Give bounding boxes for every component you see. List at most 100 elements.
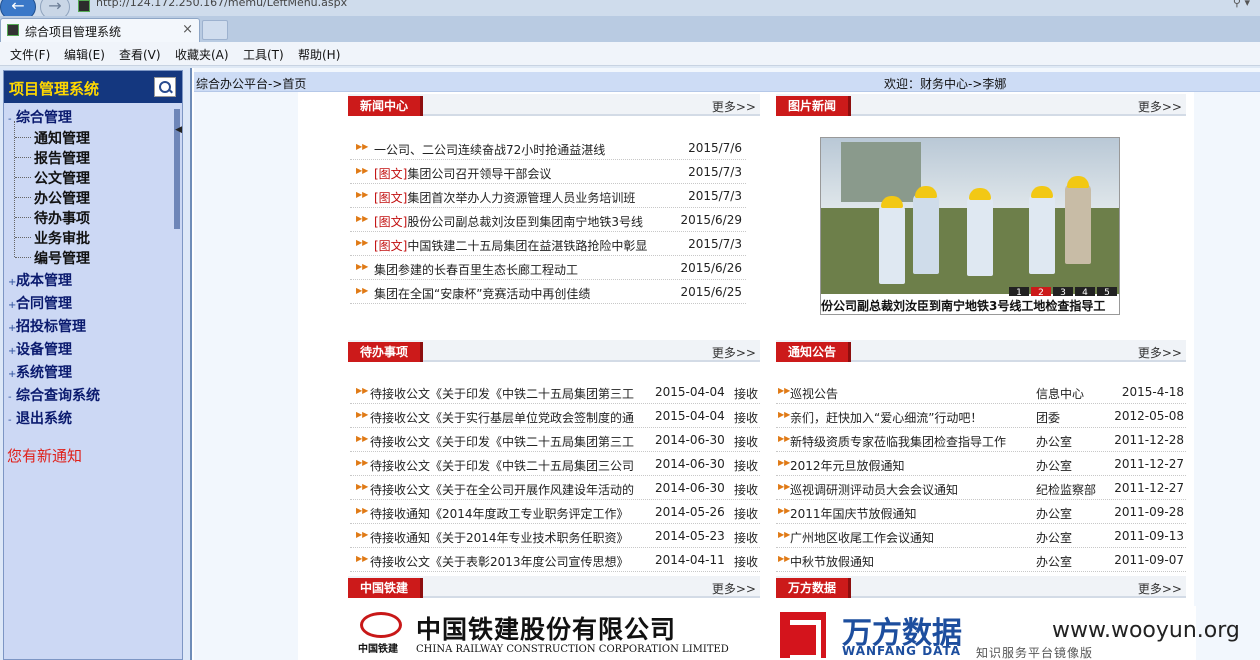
menu-edit[interactable]: 编辑(E) bbox=[64, 46, 105, 63]
receive-button[interactable]: 接收 bbox=[734, 505, 758, 522]
notice-item[interactable]: ▶▶ 巡视调研测评动员大会会议通知 纪检监察部 2011-12-27 bbox=[776, 476, 1186, 500]
sidebar-item-logout[interactable]: - 退出系统 bbox=[8, 408, 72, 428]
menu-tools[interactable]: 工具(T) bbox=[243, 46, 284, 63]
notice-item-title[interactable]: 巡视调研测评动员大会会议通知 bbox=[790, 481, 958, 498]
notice-item-title[interactable]: 2012年元旦放假通知 bbox=[790, 457, 905, 474]
new-tab-button[interactable] bbox=[202, 20, 228, 40]
notice-item-title[interactable]: 巡视公告 bbox=[790, 385, 838, 402]
todo-item[interactable]: ▶▶ 待接收公文《关于在全公司开展作风建设年活动的 2014-06-30 接收 bbox=[350, 476, 760, 500]
todo-more-link[interactable]: 更多>> bbox=[712, 344, 756, 361]
notice-item[interactable]: ▶▶ 2011年国庆节放假通知 办公室 2011-09-28 bbox=[776, 500, 1186, 524]
notice-item[interactable]: ▶▶ 新特级资质专家莅临我集团检查指导工作 办公室 2011-12-28 bbox=[776, 428, 1186, 452]
address-bar[interactable]: ← → http://124.172.250.167/memu/LeftMenu… bbox=[0, 0, 1260, 20]
menu-help[interactable]: 帮助(H) bbox=[298, 46, 340, 63]
todo-item-title[interactable]: 待接收公文《关于在全公司开展作风建设年活动的 bbox=[370, 481, 634, 498]
sidebar-item-report-mgmt[interactable]: 报告管理 bbox=[34, 148, 90, 168]
news-item[interactable]: ▶▶ [图文]中国铁建二十五局集团在益湛铁路抢险中彰显 2015/7/3 bbox=[350, 232, 746, 256]
collapse-toggle-icon[interactable]: - bbox=[8, 392, 16, 403]
notice-item[interactable]: ▶▶ 2012年元旦放假通知 办公室 2011-12-27 bbox=[776, 452, 1186, 476]
news-item[interactable]: ▶▶ 集团在全国“安康杯”竞赛活动中再创佳绩 2015/6/25 bbox=[350, 280, 746, 304]
sidebar-item-contract[interactable]: +合同管理 bbox=[8, 293, 72, 313]
notice-item-title[interactable]: 亲们，赶快加入“爱心细流”行动吧！ bbox=[790, 409, 982, 426]
sidebar-item-query[interactable]: - 综合查询系统 bbox=[8, 385, 100, 405]
todo-item-title[interactable]: 待接收公文《关于印发《中铁二十五局集团第三工 bbox=[370, 385, 634, 402]
news-item[interactable]: ▶▶ [图文]集团公司召开领导干部会议 2015/7/3 bbox=[350, 160, 746, 184]
news-item-title[interactable]: [图文]集团首次举办人力资源管理人员业务培训班 bbox=[374, 189, 635, 206]
search-icon[interactable] bbox=[154, 77, 176, 97]
receive-button[interactable]: 接收 bbox=[734, 433, 758, 450]
todo-item-title[interactable]: 待接收公文《关于实行基层单位党政会签制度的通 bbox=[370, 409, 634, 426]
sidebar-item-todo[interactable]: 待办事项 bbox=[34, 208, 90, 228]
menu-file[interactable]: 文件(F) bbox=[10, 46, 50, 63]
news-item-title[interactable]: 集团参建的长春百里生态长廊工程动工 bbox=[374, 261, 578, 278]
expand-toggle-icon[interactable]: + bbox=[8, 300, 16, 311]
menu-favorites[interactable]: 收藏夹(A) bbox=[175, 46, 229, 63]
collapse-toggle-icon[interactable]: - bbox=[8, 114, 16, 125]
sidebar-item-cost[interactable]: +成本管理 bbox=[8, 270, 72, 290]
todo-item-title[interactable]: 待接收通知《关于2014年专业技术职务任职资》 bbox=[370, 529, 629, 546]
receive-button[interactable]: 接收 bbox=[734, 553, 758, 570]
browser-tab[interactable]: 综合项目管理系统 × bbox=[0, 18, 200, 42]
sidebar-item-office-mgmt[interactable]: 办公管理 bbox=[34, 188, 90, 208]
todo-item-title[interactable]: 待接收公文《关于印发《中铁二十五局集团三公司 bbox=[370, 457, 634, 474]
collapse-toggle-icon[interactable]: - bbox=[8, 415, 16, 426]
news-item-title[interactable]: [图文]集团公司召开领导干部会议 bbox=[374, 165, 551, 182]
sidebar-item-equipment[interactable]: +设备管理 bbox=[8, 339, 72, 359]
receive-button[interactable]: 接收 bbox=[734, 481, 758, 498]
wanfang-more-link[interactable]: 更多>> bbox=[1138, 580, 1182, 597]
sidebar-item-document-mgmt[interactable]: 公文管理 bbox=[34, 168, 90, 188]
todo-item[interactable]: ▶▶ 待接收公文《关于印发《中铁二十五局集团第三工 2014-06-30 接收 bbox=[350, 428, 760, 452]
collapse-arrow-icon[interactable]: ◀ bbox=[175, 125, 182, 135]
todo-item[interactable]: ▶▶ 待接收通知《2014年度政工专业职务评定工作》 2014-05-26 接收 bbox=[350, 500, 760, 524]
notice-item[interactable]: ▶▶ 巡视公告 信息中心 2015-4-18 bbox=[776, 380, 1186, 404]
expand-toggle-icon[interactable]: + bbox=[8, 346, 16, 357]
notice-item[interactable]: ▶▶ 亲们，赶快加入“爱心细流”行动吧！ 团委 2012-05-08 bbox=[776, 404, 1186, 428]
expand-toggle-icon[interactable]: + bbox=[8, 277, 16, 288]
news-item[interactable]: ▶▶ 一公司、二公司连续奋战72小时抢通益湛线 2015/7/6 bbox=[350, 136, 746, 160]
search-dropdown-icon[interactable]: ⚲ ▾ bbox=[1233, 0, 1250, 9]
sidebar-item-system[interactable]: +系统管理 bbox=[8, 362, 72, 382]
tab-close-icon[interactable]: × bbox=[182, 22, 193, 37]
sidebar-item-general[interactable]: - 综合管理 bbox=[8, 107, 72, 127]
sidebar-item-approval[interactable]: 业务审批 bbox=[34, 228, 90, 248]
notice-item-title[interactable]: 中秋节放假通知 bbox=[790, 553, 874, 570]
notice-more-link[interactable]: 更多>> bbox=[1138, 344, 1182, 361]
todo-item-title[interactable]: 待接收公文《关于表彰2013年度公司宣传思想》 bbox=[370, 553, 629, 570]
news-more-link[interactable]: 更多>> bbox=[712, 98, 756, 115]
todo-item-title[interactable]: 待接收通知《2014年度政工专业职务评定工作》 bbox=[370, 505, 629, 522]
news-item-title[interactable]: 一公司、二公司连续奋战72小时抢通益湛线 bbox=[374, 141, 605, 158]
expand-toggle-icon[interactable]: + bbox=[8, 369, 16, 380]
crcc-banner[interactable]: 中国铁建 中国铁建股份有限公司 CHINA RAILWAY CONSTRUCTI… bbox=[350, 606, 736, 660]
news-item[interactable]: ▶▶ [图文]股份公司副总裁刘汝臣到集团南宁地铁3号线 2015/6/29 bbox=[350, 208, 746, 232]
photo-news-caption[interactable]: 份公司副总裁刘汝臣到南宁地铁3号线工地检查指导工 bbox=[821, 296, 1119, 314]
menu-view[interactable]: 查看(V) bbox=[119, 46, 161, 63]
photo-news-slideshow[interactable]: 12345 份公司副总裁刘汝臣到南宁地铁3号线工地检查指导工 bbox=[820, 137, 1120, 315]
todo-item[interactable]: ▶▶ 待接收公文《关于表彰2013年度公司宣传思想》 2014-04-11 接收 bbox=[350, 548, 760, 572]
news-item[interactable]: ▶▶ [图文]集团首次举办人力资源管理人员业务培训班 2015/7/3 bbox=[350, 184, 746, 208]
receive-button[interactable]: 接收 bbox=[734, 529, 758, 546]
sidebar-item-numbering[interactable]: 编号管理 bbox=[34, 248, 90, 268]
notice-item-title[interactable]: 新特级资质专家莅临我集团检查指导工作 bbox=[790, 433, 1006, 450]
notice-item-title[interactable]: 2011年国庆节放假通知 bbox=[790, 505, 917, 522]
receive-button[interactable]: 接收 bbox=[734, 457, 758, 474]
expand-toggle-icon[interactable]: + bbox=[8, 323, 16, 334]
address-url[interactable]: http://124.172.250.167/memu/LeftMenu.asp… bbox=[96, 0, 347, 9]
sidebar-item-notice-mgmt[interactable]: 通知管理 bbox=[34, 128, 90, 148]
notice-item[interactable]: ▶▶ 中秋节放假通知 办公室 2011-09-07 bbox=[776, 548, 1186, 572]
news-item-title[interactable]: 集团在全国“安康杯”竞赛活动中再创佳绩 bbox=[374, 285, 590, 302]
receive-button[interactable]: 接收 bbox=[734, 409, 758, 426]
new-notice-alert[interactable]: 您有新通知 bbox=[7, 445, 82, 466]
todo-item[interactable]: ▶▶ 待接收公文《关于实行基层单位党政会签制度的通 2015-04-04 接收 bbox=[350, 404, 760, 428]
todo-item[interactable]: ▶▶ 待接收公文《关于印发《中铁二十五局集团第三工 2015-04-04 接收 bbox=[350, 380, 760, 404]
photo-news-more-link[interactable]: 更多>> bbox=[1138, 98, 1182, 115]
notice-item-title[interactable]: 广州地区收尾工作会议通知 bbox=[790, 529, 934, 546]
receive-button[interactable]: 接收 bbox=[734, 385, 758, 402]
news-item[interactable]: ▶▶ 集团参建的长春百里生态长廊工程动工 2015/6/26 bbox=[350, 256, 746, 280]
news-item-title[interactable]: [图文]股份公司副总裁刘汝臣到集团南宁地铁3号线 bbox=[374, 213, 643, 230]
crcc-more-link[interactable]: 更多>> bbox=[712, 580, 756, 597]
todo-item-title[interactable]: 待接收公文《关于印发《中铁二十五局集团第三工 bbox=[370, 433, 634, 450]
sidebar-item-bidding[interactable]: +招投标管理 bbox=[8, 316, 86, 336]
notice-item[interactable]: ▶▶ 广州地区收尾工作会议通知 办公室 2011-09-13 bbox=[776, 524, 1186, 548]
news-item-title[interactable]: [图文]中国铁建二十五局集团在益湛铁路抢险中彰显 bbox=[374, 237, 647, 254]
todo-item[interactable]: ▶▶ 待接收公文《关于印发《中铁二十五局集团三公司 2014-06-30 接收 bbox=[350, 452, 760, 476]
